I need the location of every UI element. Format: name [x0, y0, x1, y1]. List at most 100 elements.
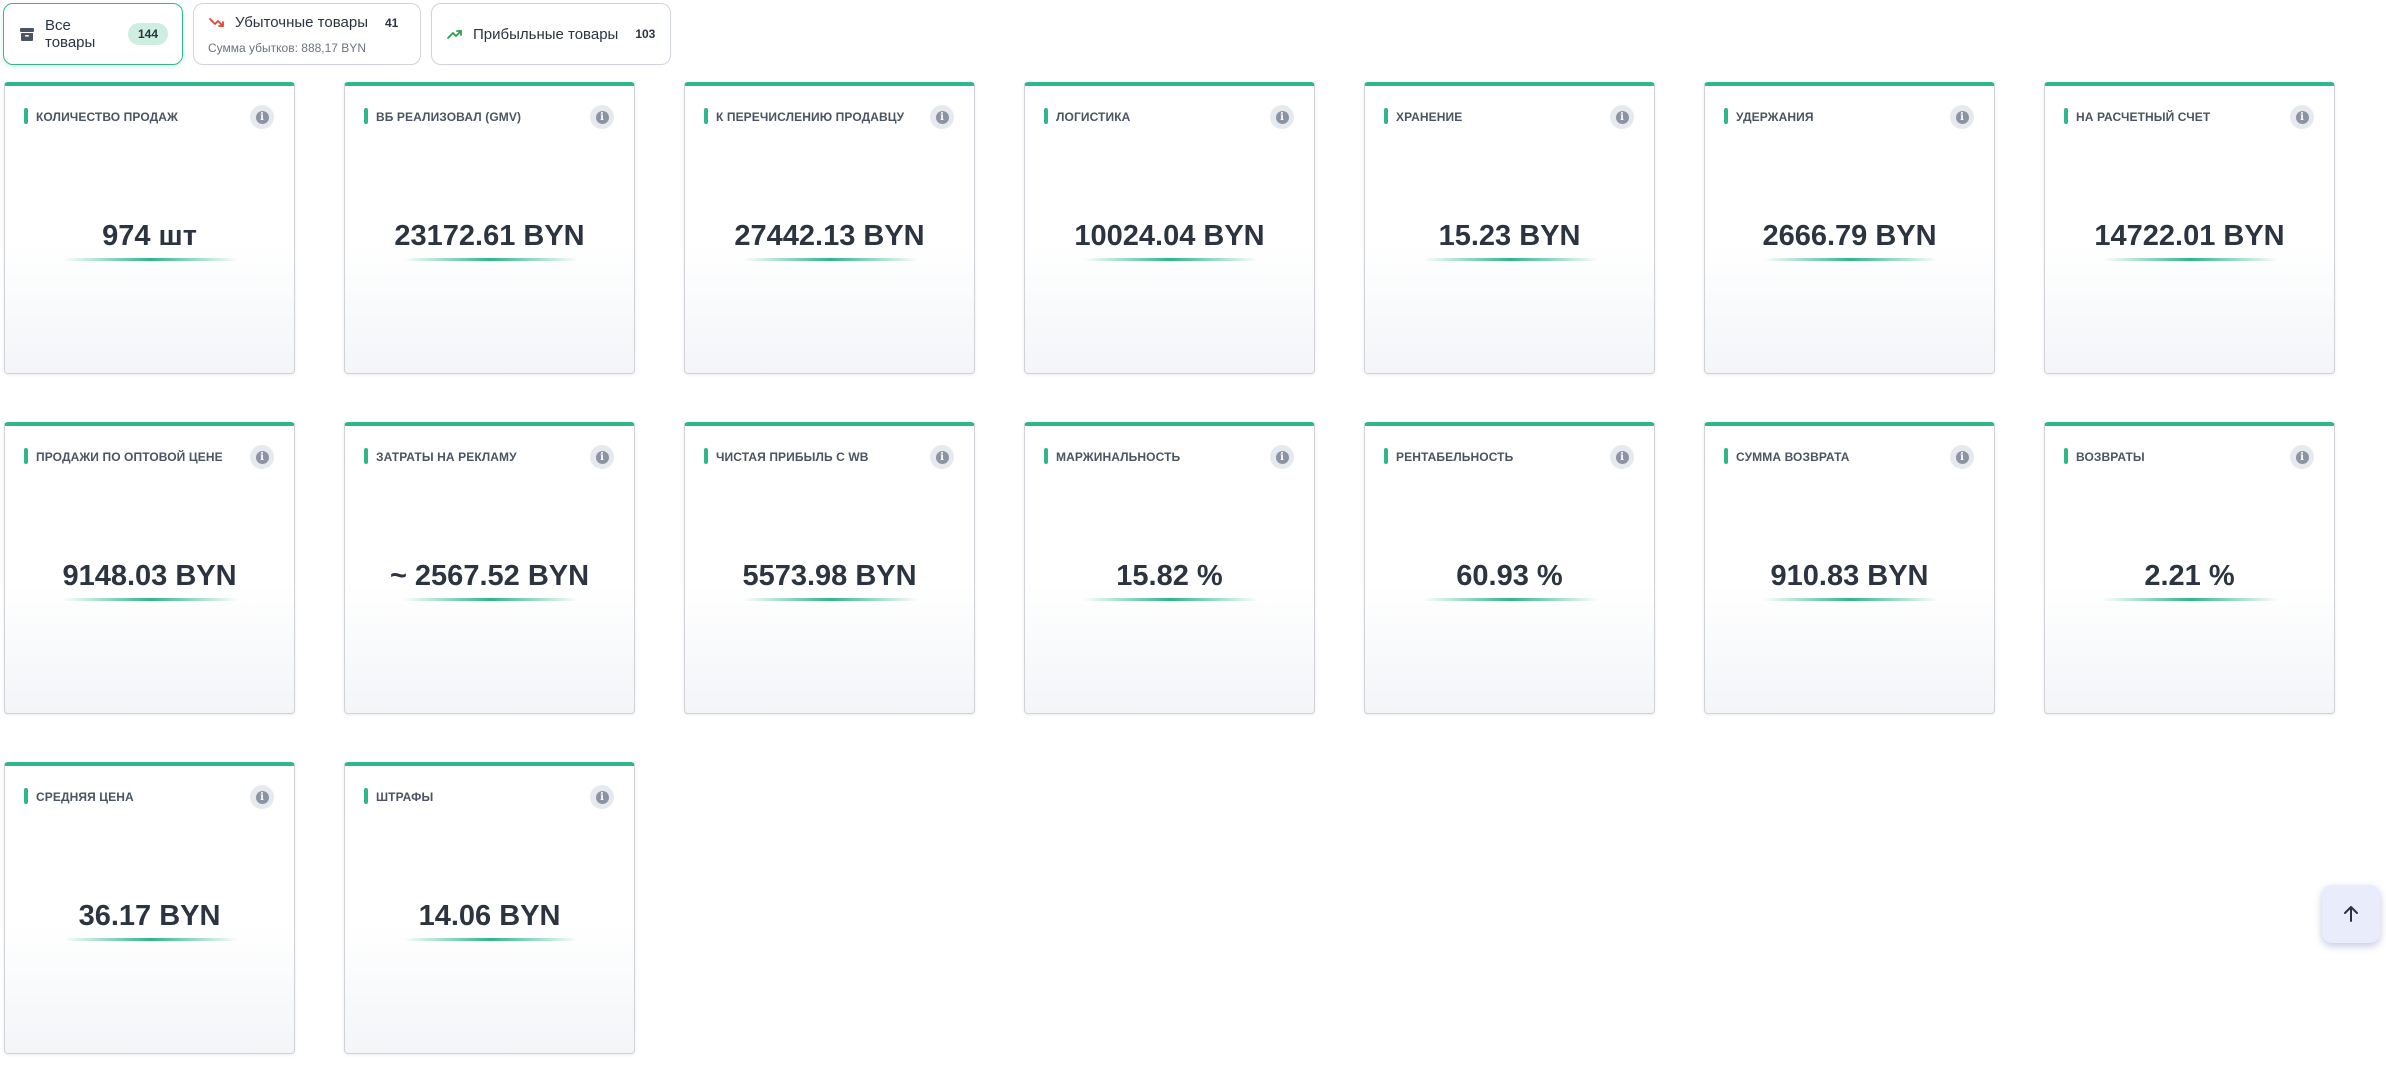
info-glyph: i	[1615, 450, 1629, 464]
metric-card: На расчетный счет i 14722.01 BYN	[2044, 82, 2335, 374]
info-icon[interactable]: i	[1610, 105, 1634, 129]
info-glyph: i	[595, 790, 609, 804]
card-value: 36.17 BYN	[78, 900, 221, 932]
info-icon[interactable]: i	[590, 105, 614, 129]
info-glyph: i	[935, 450, 949, 464]
card-accent-bar	[364, 788, 368, 804]
card-accent-bar	[364, 108, 368, 124]
metric-card: Количество продаж i 974 шт	[4, 82, 295, 374]
tab-count: 103	[635, 27, 656, 41]
card-accent-bar	[1724, 108, 1728, 124]
card-title: Хранение	[1396, 110, 1463, 124]
card-value: 23172.61 BYN	[394, 220, 585, 252]
metric-card: Маржинальность i 15.82 %	[1024, 422, 1315, 714]
card-value: 15.82 %	[1116, 560, 1223, 592]
card-accent-bar	[2064, 108, 2068, 124]
metric-card: Продажи по оптовой цене i 9148.03 BYN	[4, 422, 295, 714]
info-icon[interactable]: i	[930, 105, 954, 129]
card-value: 60.93 %	[1456, 560, 1563, 592]
card-title: Количество продаж	[36, 110, 178, 124]
metric-card: Хранение i 15.23 BYN	[1364, 82, 1655, 374]
info-icon[interactable]: i	[1950, 445, 1974, 469]
card-title: На расчетный счет	[2076, 110, 2211, 124]
card-accent-bar	[2064, 448, 2068, 464]
card-value: 2.21 %	[2144, 560, 2235, 592]
info-glyph: i	[255, 790, 269, 804]
card-title: Продажи по оптовой цене	[36, 450, 223, 464]
info-icon[interactable]: i	[1610, 445, 1634, 469]
value-underline	[403, 598, 578, 601]
metric-card: Рентабельность i 60.93 %	[1364, 422, 1655, 714]
info-glyph: i	[2295, 450, 2309, 464]
card-accent-bar	[1724, 448, 1728, 464]
metric-card: Чистая прибыль с WB i 5573.98 BYN	[684, 422, 975, 714]
card-title: Маржинальность	[1056, 450, 1181, 464]
info-icon[interactable]: i	[930, 445, 954, 469]
card-value: 9148.03 BYN	[62, 560, 237, 592]
scroll-to-top-button[interactable]	[2322, 885, 2380, 943]
metric-card: Штрафы i 14.06 BYN	[344, 762, 635, 1054]
info-icon[interactable]: i	[1270, 445, 1294, 469]
info-glyph: i	[255, 110, 269, 124]
info-glyph: i	[1615, 110, 1629, 124]
tab-count-badge: 144	[127, 23, 168, 45]
dashboard-page: Все товары 144 Убыточные товары 41 Сумма…	[0, 0, 2386, 1068]
info-icon[interactable]: i	[1270, 105, 1294, 129]
value-underline	[403, 258, 578, 261]
tab-all-products[interactable]: Все товары 144	[3, 3, 183, 65]
card-title: Возвраты	[2076, 450, 2145, 464]
info-icon[interactable]: i	[250, 785, 274, 809]
tab-loss-products[interactable]: Убыточные товары 41 Сумма убытков: 888,1…	[193, 3, 421, 65]
card-value: 14722.01 BYN	[2094, 220, 2285, 252]
card-value: ~ 2567.52 BYN	[389, 560, 590, 592]
metric-card: Возвраты i 2.21 %	[2044, 422, 2335, 714]
card-value: 2666.79 BYN	[1762, 220, 1937, 252]
metric-card: Затраты на рекламу i ~ 2567.52 BYN	[344, 422, 635, 714]
info-icon[interactable]: i	[590, 785, 614, 809]
value-underline	[63, 258, 238, 261]
info-glyph: i	[1955, 450, 1969, 464]
value-underline	[1083, 258, 1258, 261]
info-glyph: i	[935, 110, 949, 124]
trending-up-icon	[446, 25, 464, 43]
metric-card: Логистика i 10024.04 BYN	[1024, 82, 1315, 374]
info-icon[interactable]: i	[2290, 105, 2314, 129]
tab-label: Прибыльные товары	[473, 25, 619, 43]
card-title: Логистика	[1056, 110, 1131, 124]
card-title: Чистая прибыль с WB	[716, 450, 869, 464]
card-value: 14.06 BYN	[418, 900, 561, 932]
card-title: Сумма возврата	[1736, 450, 1850, 464]
value-underline	[743, 258, 918, 261]
metric-card: Сумма возврата i 910.83 BYN	[1704, 422, 1995, 714]
info-glyph: i	[1275, 450, 1289, 464]
card-title: Штрафы	[376, 790, 434, 804]
info-icon[interactable]: i	[2290, 445, 2314, 469]
info-glyph: i	[1955, 110, 1969, 124]
value-underline	[743, 598, 918, 601]
tab-profit-products[interactable]: Прибыльные товары 103	[431, 3, 671, 65]
info-glyph: i	[255, 450, 269, 464]
value-underline	[2103, 598, 2278, 601]
info-glyph: i	[1275, 110, 1289, 124]
info-glyph: i	[595, 450, 609, 464]
card-title: К перечислению продавцу	[716, 110, 905, 124]
info-icon[interactable]: i	[250, 105, 274, 129]
card-value: 974 шт	[102, 220, 197, 252]
card-title: Затраты на рекламу	[376, 450, 517, 464]
value-underline	[2103, 258, 2278, 261]
card-value: 5573.98 BYN	[742, 560, 917, 592]
info-icon[interactable]: i	[590, 445, 614, 469]
card-value: 27442.13 BYN	[734, 220, 925, 252]
card-accent-bar	[704, 448, 708, 464]
tab-label: Убыточные товары	[235, 14, 368, 31]
info-icon[interactable]: i	[250, 445, 274, 469]
card-title: Удержания	[1736, 110, 1814, 124]
product-filter-tabs: Все товары 144 Убыточные товары 41 Сумма…	[3, 3, 671, 65]
arrow-up-icon	[2344, 906, 2358, 922]
card-value: 10024.04 BYN	[1074, 220, 1265, 252]
card-accent-bar	[1044, 108, 1048, 124]
metric-card: Удержания i 2666.79 BYN	[1704, 82, 1995, 374]
value-underline	[1763, 258, 1938, 261]
card-accent-bar	[24, 108, 28, 124]
info-icon[interactable]: i	[1950, 105, 1974, 129]
